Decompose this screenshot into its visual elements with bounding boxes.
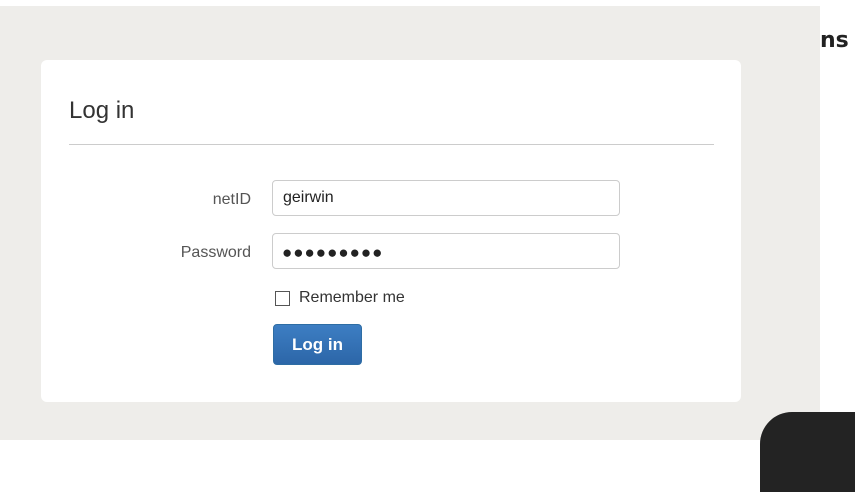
panel-title: Log in bbox=[69, 97, 135, 124]
netid-label: netID bbox=[212, 191, 251, 208]
password-label: Password bbox=[180, 244, 251, 261]
background-dark-element bbox=[760, 412, 855, 492]
login-button[interactable]: Log in bbox=[273, 324, 362, 365]
password-input[interactable] bbox=[272, 233, 620, 269]
title-divider bbox=[69, 144, 714, 145]
background-heading-fragment: ns bbox=[820, 28, 849, 53]
remember-me-row[interactable]: Remember me bbox=[275, 288, 405, 308]
remember-me-checkbox[interactable] bbox=[275, 290, 290, 306]
remember-me-label[interactable]: Remember me bbox=[299, 289, 405, 307]
netid-input[interactable] bbox=[272, 180, 620, 216]
login-panel: Log in netID Password ●●●●●●●●● Remember… bbox=[41, 60, 741, 402]
